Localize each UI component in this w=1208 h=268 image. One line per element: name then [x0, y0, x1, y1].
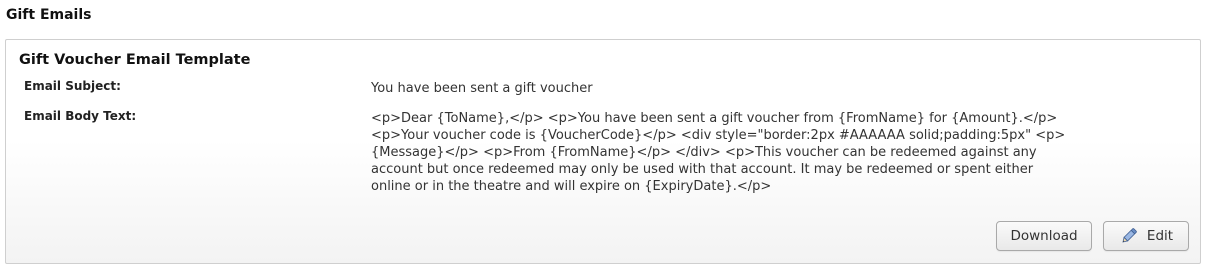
download-button[interactable]: Download	[996, 221, 1092, 251]
email-body-label: Email Body Text:	[24, 109, 137, 123]
download-button-label: Download	[1010, 228, 1078, 244]
panel-title: Gift Voucher Email Template	[19, 52, 251, 68]
email-subject-label: Email Subject:	[24, 79, 121, 93]
page-title: Gift Emails	[6, 7, 92, 23]
edit-button-label: Edit	[1146, 228, 1174, 244]
gift-voucher-email-panel: Gift Voucher Email Template Email Subjec…	[5, 39, 1201, 264]
pencil-icon	[1119, 226, 1139, 246]
email-body-value: <p>Dear {ToName},</p> <p>You have been s…	[371, 111, 1066, 194]
edit-button[interactable]: Edit	[1103, 221, 1189, 251]
email-subject-value: You have been sent a gift voucher	[371, 81, 593, 96]
